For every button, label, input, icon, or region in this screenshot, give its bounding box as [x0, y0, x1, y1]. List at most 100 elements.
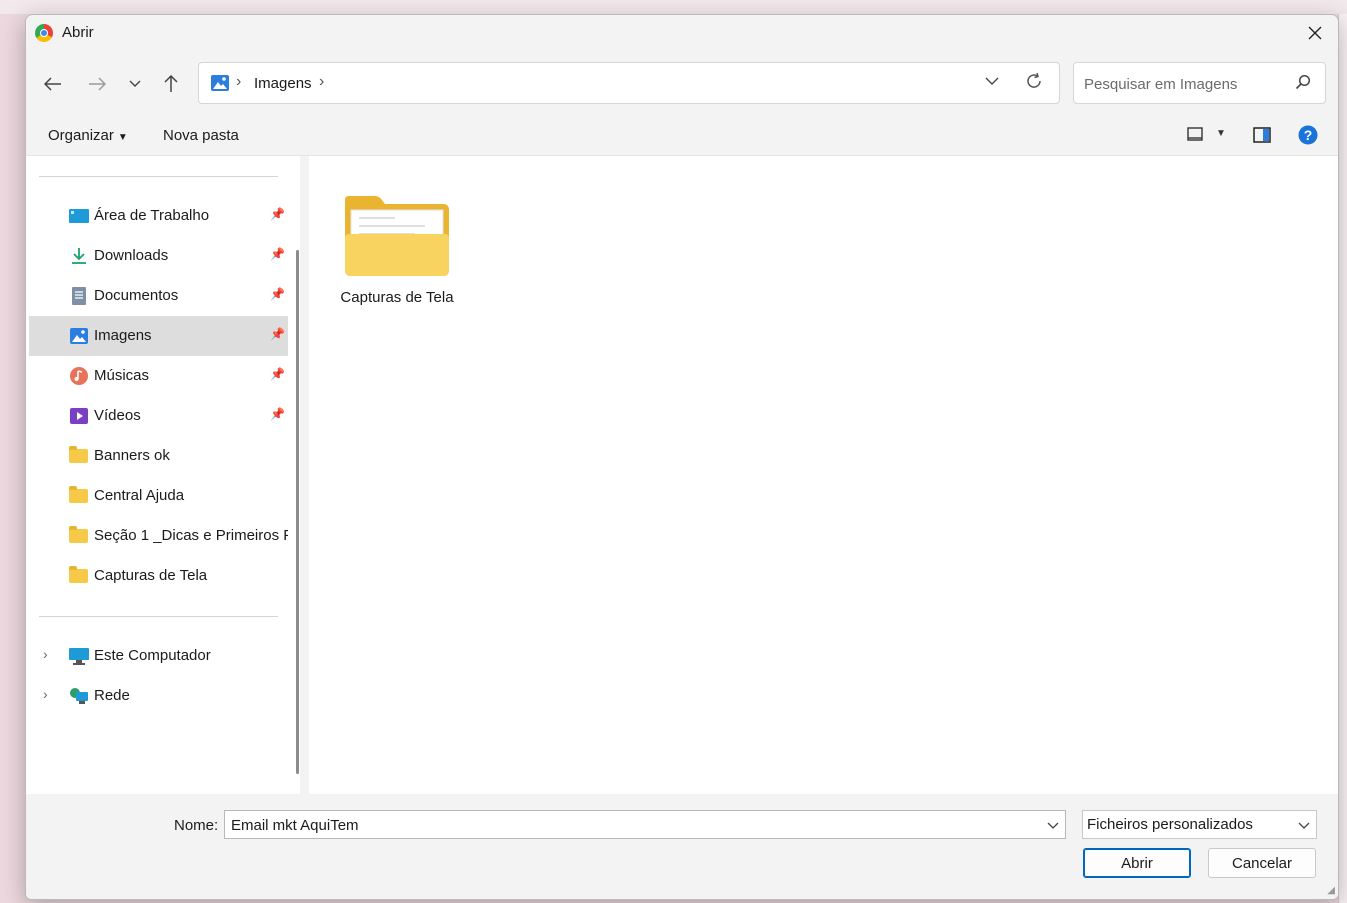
chevron-down-icon — [985, 77, 999, 85]
background-browser-strip — [0, 0, 1347, 14]
help-icon: ? — [1298, 125, 1318, 145]
pin-icon: 📌 — [270, 287, 285, 301]
chevron-right-icon[interactable]: › — [43, 646, 48, 662]
help-button[interactable]: ? — [1298, 125, 1318, 149]
folder-item-capturas-de-tela[interactable]: Capturas de Tela — [335, 180, 459, 310]
sidebar-item-label: Imagens — [94, 327, 152, 344]
sidebar-item-banners-ok[interactable]: Banners ok — [29, 436, 288, 476]
caret-down-icon: ▼ — [1216, 128, 1226, 139]
sidebar-item-label: Músicas — [94, 367, 150, 384]
sidebar-item-this-pc[interactable]: › Este Computador — [29, 636, 288, 676]
refresh-icon — [1027, 72, 1041, 88]
chevron-down-icon — [129, 80, 141, 87]
folder-item-label: Capturas de Tela — [340, 289, 454, 306]
navigation-pane: Área de Trabalho 📌 Downloads 📌 Documento… — [26, 156, 300, 794]
file-name-label: Nome: — [174, 817, 219, 834]
search-icon — [1295, 74, 1311, 90]
file-name-combobox[interactable] — [224, 810, 1066, 839]
sidebar-scrollbar[interactable] — [296, 250, 299, 774]
sidebar-item-music[interactable]: Músicas 📌 — [29, 356, 288, 396]
sidebar-item-label: Capturas de Tela — [94, 567, 208, 584]
organize-menu-button[interactable]: Organizar ▼ — [48, 127, 128, 144]
sidebar-item-central-ajuda[interactable]: Central Ajuda — [29, 476, 288, 516]
file-name-dropdown-button[interactable] — [1047, 817, 1059, 835]
caret-down-icon: ▼ — [117, 132, 128, 143]
sidebar-item-label: Área de Trabalho — [94, 207, 210, 224]
breadcrumb-imagens[interactable]: Imagens — [254, 75, 312, 92]
sidebar-item-pictures[interactable]: Imagens 📌 — [29, 316, 288, 356]
folder-icon — [69, 566, 88, 583]
back-button[interactable] — [40, 71, 66, 97]
background-devtools-panel — [1338, 14, 1347, 903]
sidebar-item-videos[interactable]: Vídeos 📌 — [29, 396, 288, 436]
recent-locations-button[interactable] — [122, 71, 148, 97]
pictures-icon — [211, 75, 229, 91]
chrome-app-icon — [35, 24, 53, 42]
search-input[interactable] — [1082, 72, 1286, 96]
preview-pane-icon — [1253, 127, 1271, 143]
open-file-dialog: Abrir › Imagens › Pesquisar em Imagens O… — [25, 14, 1339, 900]
pin-icon: 📌 — [270, 247, 285, 261]
sidebar-item-label: Este Computador — [94, 647, 211, 664]
address-bar[interactable]: › Imagens › — [198, 62, 1060, 104]
file-name-input[interactable] — [229, 815, 1033, 836]
pictures-icon — [70, 328, 88, 344]
navigation-bar: › Imagens › — [26, 51, 1338, 115]
organize-label: Organizar — [48, 127, 114, 144]
music-icon — [70, 367, 88, 385]
search-box[interactable] — [1073, 62, 1326, 104]
cancel-button[interactable]: Cancelar — [1208, 848, 1316, 878]
sidebar-item-label: Central Ajuda — [94, 487, 185, 504]
title-bar: Abrir — [26, 15, 1338, 51]
address-dropdown-button[interactable] — [985, 73, 999, 91]
view-layout-icon — [1187, 127, 1203, 141]
desktop-icon — [69, 209, 89, 223]
view-options-button[interactable] — [1187, 127, 1203, 145]
close-button[interactable] — [1292, 15, 1338, 51]
network-icon — [70, 688, 88, 704]
open-button[interactable]: Abrir — [1083, 848, 1191, 878]
sidebar-item-desktop[interactable]: Área de Trabalho 📌 — [29, 196, 288, 236]
sidebar-item-downloads[interactable]: Downloads 📌 — [29, 236, 288, 276]
arrow-left-icon — [44, 77, 61, 91]
breadcrumb-chevron-icon[interactable]: › — [319, 73, 324, 91]
svg-text:?: ? — [1304, 127, 1313, 143]
refresh-button[interactable] — [1025, 72, 1043, 95]
sidebar-divider — [39, 176, 278, 177]
download-icon — [72, 248, 86, 264]
forward-button[interactable] — [84, 71, 110, 97]
new-folder-button[interactable]: Nova pasta — [163, 127, 239, 144]
document-icon — [72, 287, 86, 305]
sidebar-item-label: Rede — [94, 687, 130, 704]
arrow-right-icon — [89, 77, 106, 91]
folder-icon — [69, 486, 88, 503]
sidebar-item-capturas-de-tela[interactable]: Capturas de Tela — [29, 556, 288, 596]
sidebar-item-label: Downloads — [94, 247, 169, 264]
chevron-down-icon — [1047, 822, 1059, 829]
folder-icon — [345, 196, 449, 276]
chevron-right-icon[interactable]: › — [43, 686, 48, 702]
arrow-up-icon — [164, 75, 178, 92]
folder-icon — [69, 446, 88, 463]
sidebar-item-secao-1[interactable]: Seção 1 _Dicas e Primeiros Pa — [29, 516, 288, 556]
file-type-select[interactable]: Ficheiros personalizados — [1082, 810, 1317, 839]
sidebar-item-label: Seção 1 _Dicas e Primeiros Pa — [94, 527, 288, 544]
preview-pane-button[interactable] — [1253, 127, 1271, 147]
dialog-title: Abrir — [62, 24, 94, 41]
pin-icon: 📌 — [270, 407, 285, 421]
sidebar-item-network[interactable]: › Rede — [29, 676, 288, 716]
pin-icon: 📌 — [270, 327, 285, 341]
sidebar-divider — [39, 616, 278, 617]
resize-grip-icon[interactable]: ◢ — [1327, 885, 1335, 896]
chevron-down-icon — [1298, 817, 1310, 835]
sidebar-item-documents[interactable]: Documentos 📌 — [29, 276, 288, 316]
file-type-value: Ficheiros personalizados — [1087, 816, 1253, 833]
up-button[interactable] — [158, 71, 184, 97]
view-dropdown-button[interactable]: ▼ — [1216, 128, 1226, 139]
dialog-footer: Nome: Ficheiros personalizados Abrir Can… — [26, 794, 1338, 899]
close-icon — [1308, 26, 1322, 40]
computer-icon — [69, 648, 89, 665]
command-bar: Organizar ▼ Nova pasta ▼ ? — [26, 115, 1338, 156]
sidebar-item-label: Banners ok — [94, 447, 170, 464]
video-icon — [70, 408, 88, 424]
